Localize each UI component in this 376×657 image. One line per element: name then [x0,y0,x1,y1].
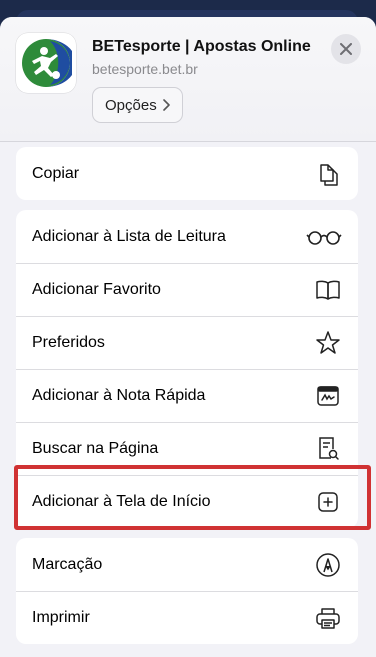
action-add-reading-list[interactable]: Adicionar à Lista de Leitura [16,210,358,263]
action-label: Adicionar à Nota Rápida [32,387,206,404]
action-print[interactable]: Imprimir [16,591,358,644]
options-button[interactable]: Opções [92,87,183,123]
glasses-icon [306,223,342,251]
action-add-quick-note[interactable]: Adicionar à Nota Rápida [16,369,358,422]
page-url: betesporte.bet.br [92,61,198,77]
action-label: Adicionar à Lista de Leitura [32,227,226,245]
highlight-box [14,465,371,530]
action-add-bookmark[interactable]: Adicionar Favorito [16,263,358,316]
copy-icon [314,160,342,188]
find-in-page-icon [314,435,342,463]
share-sheet: BETesporte | Apostas Online betesporte.b… [0,17,376,657]
chevron-right-icon [162,99,170,111]
more-actions-group: Marcação Imprimir [16,538,358,644]
copy-group: Copiar [16,147,358,200]
action-label: Imprimir [32,609,90,626]
close-button[interactable] [331,34,361,64]
action-label: Buscar na Página [32,440,159,457]
action-label: Adicionar Favorito [32,281,161,298]
share-sheet-header: BETesporte | Apostas Online betesporte.b… [0,17,376,142]
quick-note-icon [314,382,342,410]
close-icon [340,43,352,55]
book-icon [314,276,342,304]
markup-icon [314,551,342,579]
action-label: Marcação [32,555,103,573]
action-label: Preferidos [32,334,105,351]
options-label: Opções [105,96,157,114]
site-logo-icon [16,33,76,93]
page-title: BETesporte | Apostas Online [92,38,311,55]
action-label: Copiar [32,164,80,182]
star-icon [314,329,342,357]
action-favorites[interactable]: Preferidos [16,316,358,369]
printer-icon [314,604,342,632]
action-markup[interactable]: Marcação [16,538,358,591]
action-copy[interactable]: Copiar [16,147,358,200]
